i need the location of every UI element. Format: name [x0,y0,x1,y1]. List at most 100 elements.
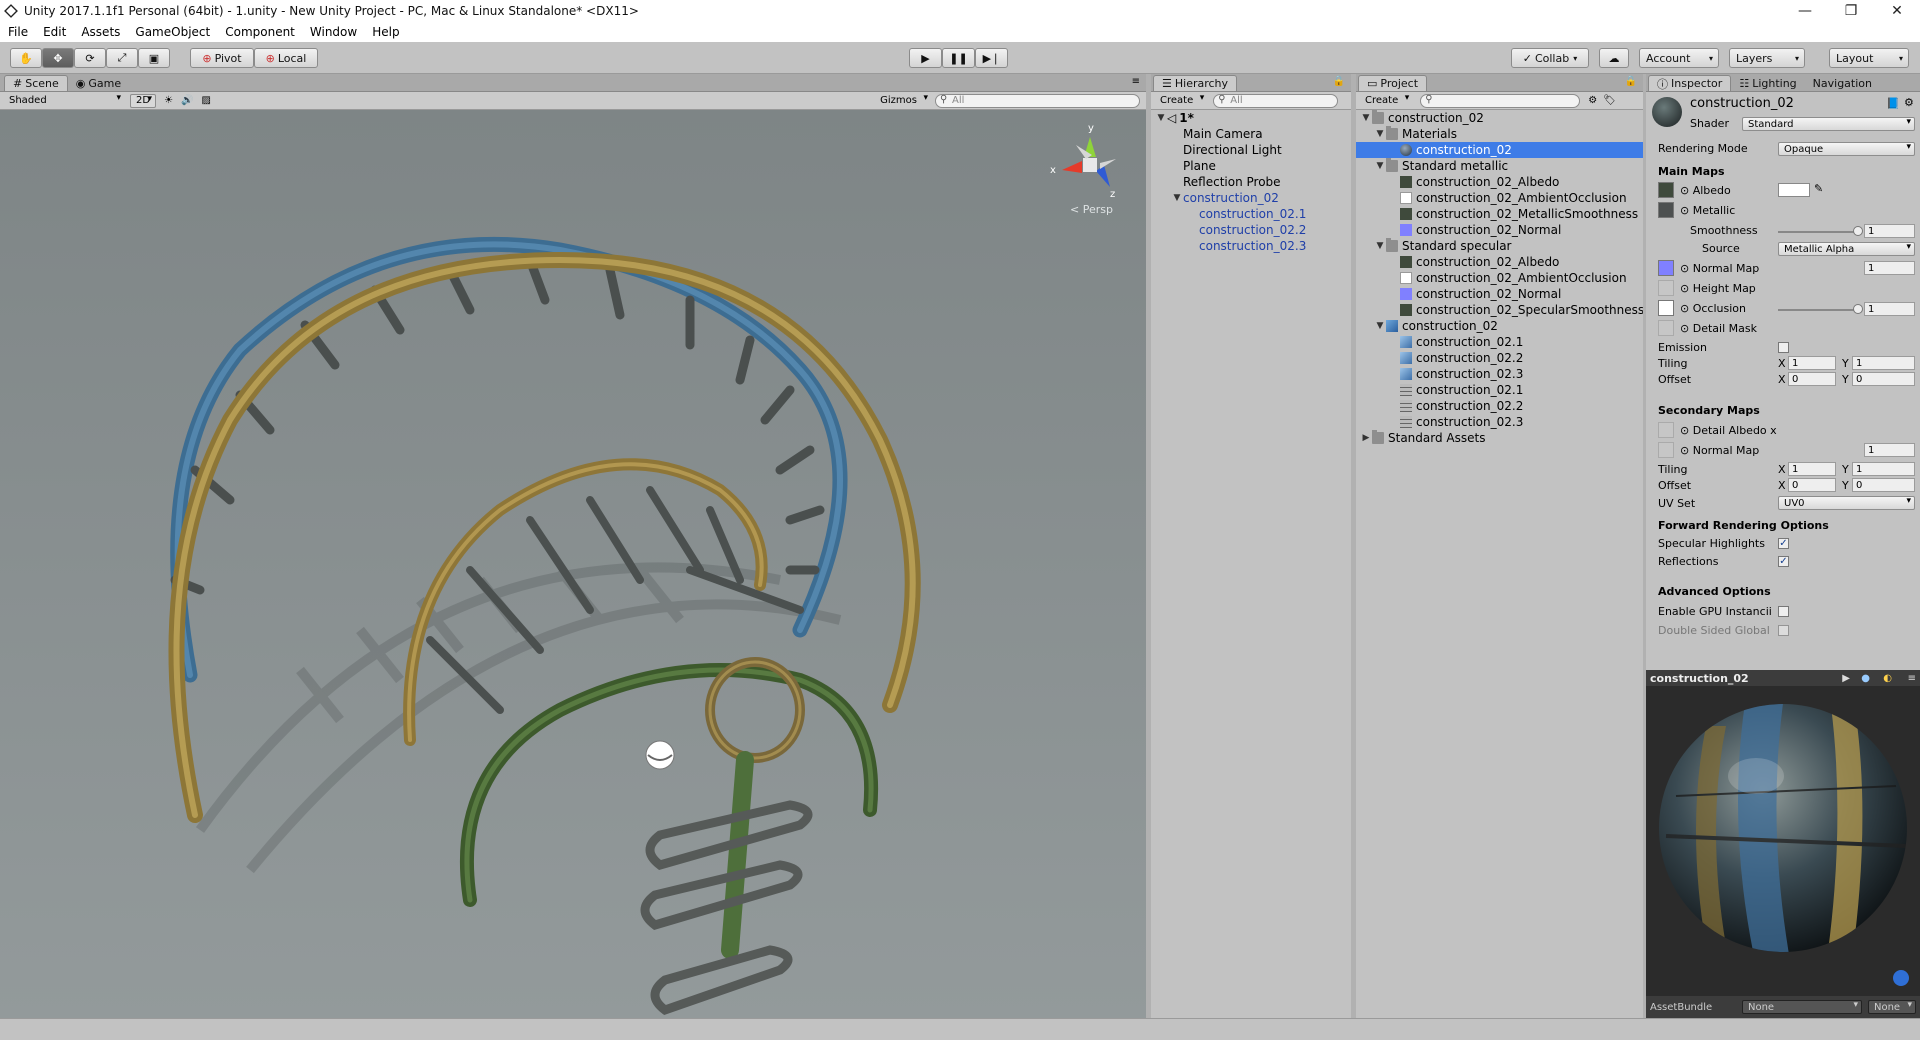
project-item[interactable]: ▼ Materials [1356,126,1643,142]
scale-tool-button[interactable]: ⤢ [106,48,138,68]
occlusion-field[interactable]: 1 [1864,302,1915,316]
albedo-label[interactable]: ⊙ Albedo [1680,184,1731,197]
tab-scene[interactable]: # Scene [4,75,68,91]
layout-dropdown[interactable]: Layout ▾ [1829,48,1909,68]
detail-normal-scale-field[interactable]: 1 [1864,443,1915,457]
hierarchy-item[interactable]: Main Camera [1151,126,1351,142]
hierarchy-item[interactable]: ▼ construction_02 [1151,190,1351,206]
rotate-tool-button[interactable]: ⟳ [74,48,106,68]
tab-project[interactable]: ▭ Project [1358,75,1428,91]
project-item[interactable]: construction_02.3 [1356,366,1643,382]
gpu-instancing-checkbox[interactable] [1778,606,1789,617]
lock-icon[interactable]: 🔒 [1333,76,1345,87]
scene-view[interactable]: y x z < Persp [0,110,1146,1018]
preview-render[interactable] [1646,686,1920,996]
assetbundle-name-dropdown[interactable]: None [1742,1000,1862,1014]
close-button[interactable]: ✕ [1874,0,1920,22]
smoothness-source-dropdown[interactable]: Metallic Alpha [1778,242,1915,256]
preview-sphere-icon[interactable]: ● [1861,673,1870,684]
hierarchy-item[interactable]: construction_02.3 [1151,238,1351,254]
settings-gear-icon[interactable]: ⚙ [1904,96,1914,109]
detail-albedo-texture-slot[interactable] [1658,422,1674,438]
offset-y-field[interactable]: 0 [1852,372,1915,386]
metallic-label[interactable]: ⊙ Metallic [1680,204,1735,217]
tab-inspector[interactable]: ⓘ Inspector [1648,75,1732,91]
project-item[interactable]: ▼ Standard specular [1356,238,1643,254]
menu-help[interactable]: Help [372,25,399,39]
albedo-color-field[interactable] [1778,183,1810,197]
occlusion-texture-slot[interactable] [1658,300,1674,316]
local-toggle[interactable]: ⊕ Local [254,48,318,68]
help-icon[interactable]: 📘 [1886,97,1900,110]
move-tool-button[interactable]: ✥ [42,48,74,68]
smoothness-slider-knob[interactable] [1853,226,1863,236]
hierarchy-item[interactable]: construction_02.1 [1151,206,1351,222]
project-item[interactable]: construction_02.2 [1356,398,1643,414]
persp-label[interactable]: < Persp [1070,203,1113,216]
project-item[interactable]: ▶ Standard Assets [1356,430,1643,446]
menu-file[interactable]: File [8,25,28,39]
image-effects-icon[interactable]: ▨ [201,95,210,106]
smoothness-field[interactable]: 1 [1864,224,1915,238]
maximize-button[interactable]: ❐ [1828,0,1874,22]
hierarchy-create-dropdown[interactable]: Create [1155,93,1207,108]
offset2-x-field[interactable]: 0 [1788,478,1836,492]
offset2-y-field[interactable]: 0 [1852,478,1915,492]
mode-2d-toggle[interactable]: 2D [130,93,157,108]
normal-map-texture-slot[interactable] [1658,260,1674,276]
uv-set-dropdown[interactable]: UV0 [1778,496,1915,510]
shader-dropdown[interactable]: Standard [1742,117,1915,131]
detail-normal-texture-slot[interactable] [1658,442,1674,458]
project-item[interactable]: ▼ Standard metallic [1356,158,1643,174]
tiling2-y-field[interactable]: 1 [1852,462,1915,476]
project-item[interactable]: construction_02.3 [1356,414,1643,430]
occlusion-slider[interactable] [1778,309,1858,311]
project-item[interactable]: construction_02_SpecularSmoothness [1356,302,1644,318]
normal-map-scale-field[interactable]: 1 [1864,261,1915,275]
tab-hierarchy[interactable]: ☰ Hierarchy [1153,75,1238,91]
menu-edit[interactable]: Edit [43,25,66,39]
project-item[interactable]: construction_02.1 [1356,334,1643,350]
project-item[interactable]: construction_02_Normal [1356,222,1643,238]
project-item[interactable]: ▼ construction_02 [1356,110,1643,126]
panel-menu-icon[interactable]: ≡ [1132,76,1140,87]
emission-checkbox[interactable] [1778,342,1789,353]
rect-tool-button[interactable]: ▣ [138,48,170,68]
tab-lighting[interactable]: ☷ Lighting [1731,75,1805,91]
sun-icon[interactable]: ☀ [164,95,173,106]
lock-icon[interactable]: 🔒 [1625,76,1637,87]
collab-dropdown[interactable]: ✓ Collab ▾ [1511,48,1589,68]
tiling2-x-field[interactable]: 1 [1788,462,1836,476]
offset-x-field[interactable]: 0 [1788,372,1836,386]
detail-normal-label[interactable]: ⊙ Normal Map [1680,444,1759,457]
filter-type-icon[interactable]: ⚙ [1588,95,1597,106]
expand-arrow-icon[interactable]: ▼ [1374,129,1386,139]
occlusion-label[interactable]: ⊙ Occlusion [1680,302,1746,315]
tiling-x-field[interactable]: 1 [1788,356,1836,370]
project-search-input[interactable] [1420,93,1581,108]
expand-arrow-icon[interactable]: ▶ [1360,433,1372,443]
menu-window[interactable]: Window [310,25,357,39]
project-create-dropdown[interactable]: Create [1360,93,1412,108]
expand-arrow-icon[interactable]: ▼ [1155,113,1167,123]
hierarchy-search-input[interactable]: All [1213,93,1339,108]
project-item[interactable]: ▼ construction_02 [1356,318,1643,334]
smoothness-slider[interactable] [1778,231,1858,233]
project-item[interactable]: construction_02_MetallicSmoothness [1356,206,1643,222]
hierarchy-item[interactable]: Plane [1151,158,1351,174]
project-item[interactable]: construction_02 [1356,142,1643,158]
hand-tool-button[interactable]: ✋ [10,48,42,68]
menu-assets[interactable]: Assets [81,25,120,39]
audio-icon[interactable]: 🔊 [181,95,193,106]
hierarchy-item[interactable]: Reflection Probe [1151,174,1351,190]
specular-highlights-checkbox[interactable]: ✓ [1778,538,1789,549]
preview-play-icon[interactable]: ▶ [1842,673,1850,684]
project-item[interactable]: construction_02.2 [1356,350,1643,366]
pivot-toggle[interactable]: ⊕ Pivot [190,48,254,68]
reflections-checkbox[interactable]: ✓ [1778,556,1789,567]
eyedropper-icon[interactable]: ✎ [1814,182,1823,195]
expand-arrow-icon[interactable]: ▼ [1171,193,1183,203]
expand-arrow-icon[interactable]: ▼ [1374,161,1386,171]
detail-albedo-label[interactable]: ⊙ Detail Albedo x [1680,424,1777,437]
height-map-label[interactable]: ⊙ Height Map [1680,282,1756,295]
